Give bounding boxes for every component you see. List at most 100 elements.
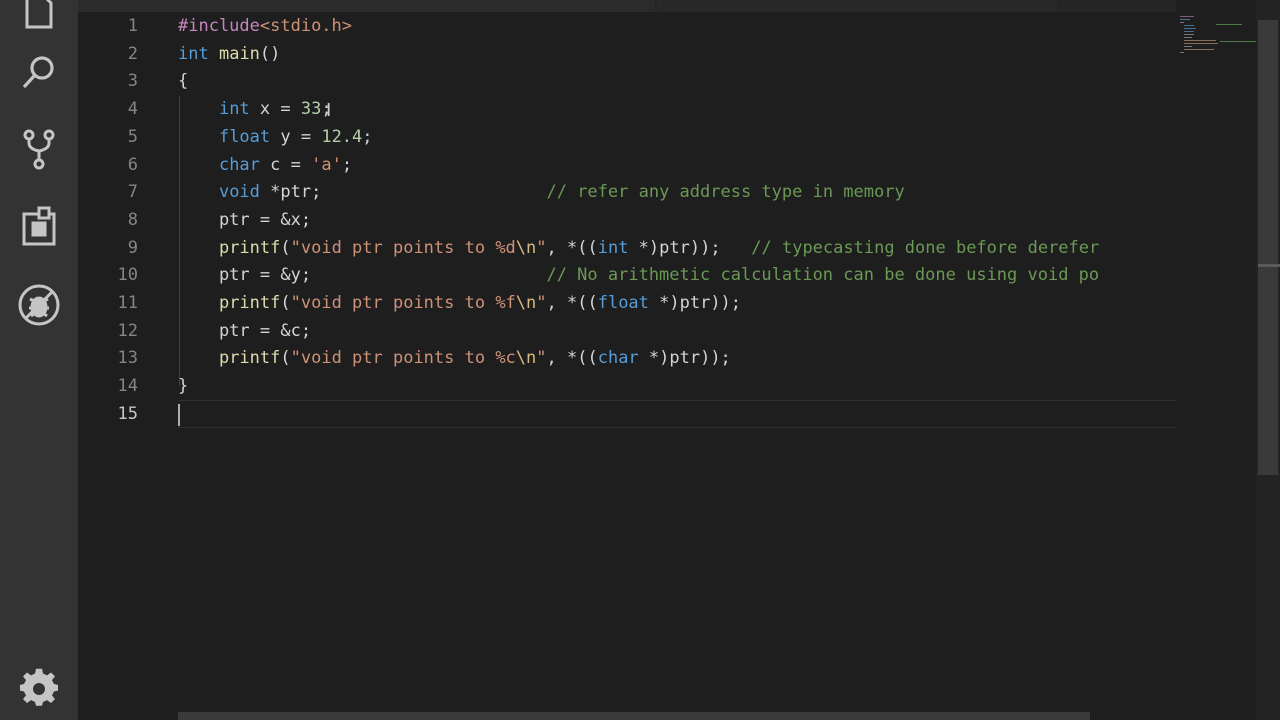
horizontal-scrollbar-thumb[interactable] [178,712,1090,720]
code-token: ( [280,237,291,258]
code-token: ; [362,126,373,147]
code-editor[interactable]: 1 #include<stdio.h> 2 int main() 3{4 int x =… [78,0,1176,720]
code-line[interactable]: 15 [78,400,1176,428]
code-line[interactable]: 4 int x = 33; [78,95,1176,123]
code-token: ( [280,293,291,313]
code-text: } [178,372,188,400]
code-text: char c = 'a'; [178,151,352,179]
search-icon[interactable] [14,48,64,98]
code-token: // typecasting done before derefer [751,237,1100,258]
code-token: int [597,237,629,258]
code-token: " [536,293,547,313]
code-token: , *(( [546,237,598,258]
scrollbar-cursor-marker [1258,264,1280,267]
code-text: ptr = &x; [178,206,311,234]
line-number: 13 [117,348,138,369]
code-line[interactable]: 9 printf("void ptr points to %d\n", *((i… [78,234,1176,262]
code-line[interactable]: 6 char c = 'a'; [78,151,1176,179]
code-token: ; [341,154,353,175]
line-number: 4 [127,99,138,120]
code-line[interactable]: 5 float y = 12.4; [78,123,1176,151]
line-number: 15 [117,403,138,424]
code-line[interactable]: 12 ptr = &c; [78,317,1176,345]
code-token: \n [515,348,537,369]
code-text: #include<stdio.h> [178,12,352,40]
line-number: 9 [127,237,138,258]
line-number: 6 [127,154,138,175]
code-token: int [218,99,250,120]
code-token: *)ptr)); [628,237,752,258]
code-line[interactable]: 7 void *ptr; // refer any address type i… [78,178,1176,206]
code-token: #include [178,16,260,36]
line-number: 7 [127,182,138,203]
code-token: \n [515,293,537,313]
code-line[interactable]: 10 ptr = &y; // No arithmetic calculatio… [78,261,1176,289]
line-number: 8 [127,209,138,230]
code-token: y = [270,126,322,147]
source-control-icon[interactable] [14,124,64,174]
code-text: { [178,67,188,95]
code-text: printf("void ptr points to %d\n", *((int… [178,234,1099,262]
line-number: 3 [127,71,138,92]
code-token: 'a' [311,154,342,175]
code-token: "void ptr points to %f [290,293,516,313]
code-text: ptr = &y; // No arithmetic calculation c… [178,261,1099,289]
code-token: // No arithmetic calculation can be done… [546,265,1100,286]
vscode-window: 1 #include<stdio.h> 2 int main() 3{4 int x =… [0,0,1280,720]
activity-bar [0,0,78,720]
code-line[interactable]: 3{ [78,67,1176,95]
code-token: printf [218,348,281,369]
line-number: 11 [117,293,138,313]
debug-icon[interactable] [14,280,64,330]
code-token: , *(( [546,293,598,313]
code-token: *)ptr)); [638,348,731,369]
code-line[interactable]: 8 ptr = &x; [78,206,1176,234]
code-token: float [597,293,649,313]
code-line[interactable]: 13 printf("void ptr points to %c\n", *((… [78,344,1176,372]
line-number: 5 [127,126,138,147]
code-token: ptr = &y; [178,265,547,286]
line-number: 10 [117,265,138,286]
code-token: *ptr; [259,182,547,203]
code-text: float y = 12.4; [178,123,373,151]
code-token: int [178,43,209,64]
code-token: c = [259,154,312,175]
code-line[interactable]: 2 int main() [78,40,1176,68]
code-text: printf("void ptr points to %c\n", *((cha… [178,344,731,372]
code-token: x = [249,99,301,120]
code-token: char [597,348,639,369]
code-token: *)ptr)); [648,293,742,313]
code-text: printf("void ptr points to %f\n", *((flo… [178,289,741,317]
code-text: void *ptr; // refer any address type in … [178,178,905,206]
code-token: // refer any address type in memory [546,182,905,203]
code-line[interactable]: 14} [78,372,1176,400]
code-token: () [259,43,281,64]
code-line[interactable]: 11 printf("void ptr points to %f\n", *((… [78,289,1176,317]
code-token: \n [515,237,537,258]
code-token: 12.4 [321,126,363,147]
code-token: 33 [300,99,322,120]
code-line[interactable]: 1 #include<stdio.h> [78,12,1176,40]
code-token: printf [218,293,281,313]
code-text: int x = 33; [178,95,332,123]
explorer-icon[interactable] [14,0,64,34]
minimap[interactable] [1176,0,1256,720]
vertical-scrollbar-thumb[interactable] [1258,20,1278,475]
code-token: main [218,43,260,64]
code-token: ( [280,348,291,369]
code-text: int main() [178,40,280,68]
code-token: ptr = &x; [178,209,312,230]
extensions-icon[interactable] [14,202,64,252]
code-token: "void ptr points to %c [290,348,516,369]
code-text: ptr = &c; [178,317,311,345]
code-token: } [178,376,189,397]
gear-icon[interactable] [14,664,64,714]
code-token: float [218,126,271,147]
code-token: ptr = &c; [178,320,312,341]
